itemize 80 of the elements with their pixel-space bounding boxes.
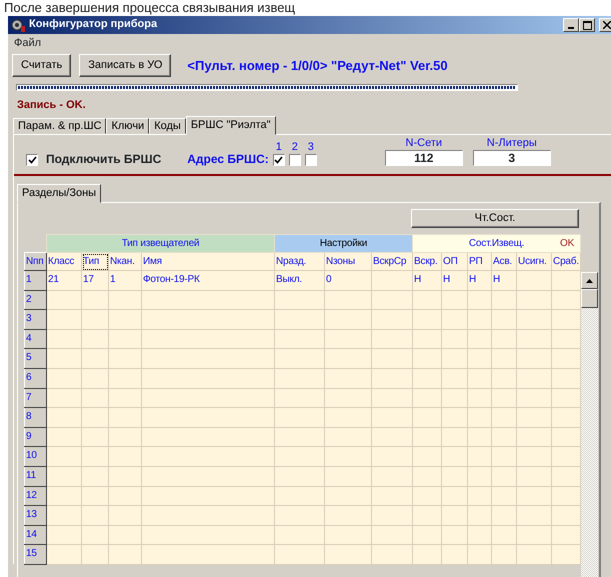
table-cell: 21	[46, 270, 82, 290]
column-header[interactable]: ВскрСр	[372, 252, 413, 270]
column-header[interactable]: Тип	[82, 252, 108, 270]
column-header[interactable]: Асв.	[492, 252, 517, 270]
table-cell: Н	[492, 270, 517, 290]
row-number[interactable]: 3	[24, 310, 46, 330]
liter-label: N-Литеры	[486, 136, 537, 150]
up-arrow-icon	[586, 278, 594, 282]
column-header[interactable]: ОП	[442, 252, 468, 270]
address-checkbox[interactable]	[288, 154, 301, 166]
maximize-icon	[582, 20, 592, 30]
row-number[interactable]: 10	[24, 446, 46, 466]
column-header[interactable]: Nкан.	[108, 252, 142, 270]
network-label: N-Сети	[406, 136, 442, 150]
row-number[interactable]: 1	[24, 270, 46, 290]
connect-checkbox[interactable]	[26, 154, 38, 166]
table-cell: Н	[468, 270, 492, 290]
address-checkbox[interactable]	[272, 154, 285, 166]
column-header[interactable]: Класс	[46, 252, 82, 270]
row-number[interactable]: 8	[24, 408, 46, 428]
group-title: Сост.Извещ.	[468, 238, 524, 249]
row-number[interactable]: 2	[24, 290, 46, 310]
close-icon	[603, 21, 611, 29]
row-number[interactable]: 7	[24, 388, 46, 408]
column-header[interactable]: Nпп	[24, 252, 46, 270]
column-group-header: Настройки	[274, 234, 413, 252]
row-number[interactable]: 14	[24, 525, 46, 545]
address-checkbox[interactable]	[304, 154, 317, 166]
read-state-button[interactable]: Чт.Сост.	[411, 209, 579, 228]
toolbar-button[interactable]: Записать в УО	[79, 54, 172, 77]
window-title: Конфигуратор прибора	[29, 18, 158, 32]
caption-text: После завершения процесса связывания извещ	[3, 0, 296, 16]
row-number[interactable]: 13	[24, 506, 46, 526]
scrollbar[interactable]	[581, 272, 598, 577]
table-cell: 1	[108, 270, 142, 290]
tab[interactable]: Разделы/Зоны	[17, 184, 102, 203]
row-number[interactable]: 9	[24, 427, 46, 447]
row-number[interactable]: 12	[24, 486, 46, 506]
column-header[interactable]: Имя	[142, 252, 275, 270]
address-label: Адрес БРШС:	[187, 152, 269, 166]
device-info-text: <Пульт. номер - 1/0/0> "Редут-Net" Ver.50	[187, 58, 448, 74]
column-header[interactable]: РП	[468, 252, 492, 270]
address-number: 1	[276, 140, 282, 154]
minimize-button[interactable]	[563, 18, 579, 32]
row-number[interactable]: 6	[24, 368, 46, 388]
column-header[interactable]: Сраб.	[552, 252, 581, 270]
close-button[interactable]	[599, 18, 611, 32]
table-cell: 17	[82, 270, 108, 290]
row-number[interactable]: 15	[24, 544, 46, 564]
group-status-text: OK	[560, 237, 574, 251]
scroll-thumb[interactable]	[581, 289, 598, 308]
check-icon	[28, 156, 36, 164]
toolbar-button[interactable]: Считать	[12, 54, 72, 77]
row-number[interactable]: 4	[24, 329, 46, 349]
menu-item[interactable]: Файл	[14, 37, 42, 49]
row-number[interactable]: 5	[24, 348, 46, 368]
maximize-button[interactable]	[579, 18, 595, 32]
tab[interactable]: Парам. & пр.ШС	[13, 118, 106, 134]
address-number: 2	[292, 140, 298, 154]
table-cell: Фотон-19-РК	[142, 270, 275, 290]
column-header[interactable]: Вскр.	[412, 252, 442, 270]
address-number: 3	[308, 140, 314, 154]
column-header[interactable]: Nзоны	[324, 252, 372, 270]
table-cell: Н	[442, 270, 468, 290]
tab[interactable]: Ключи	[106, 118, 150, 134]
connect-label: Подключить БРШС	[46, 152, 162, 166]
column-group-header: Тип извещателей	[46, 234, 275, 252]
liter-field[interactable]: 3	[472, 150, 551, 166]
column-header[interactable]: Uсигн.	[516, 252, 552, 270]
column-header[interactable]: Nразд.	[274, 252, 325, 270]
tab[interactable]: БРШС "Риэлта"	[186, 116, 276, 135]
table-cell: 0	[324, 270, 372, 290]
network-field[interactable]: 112	[384, 150, 463, 166]
check-icon	[274, 156, 284, 164]
tab[interactable]: Коды	[149, 118, 186, 134]
status-text: Запись - OK.	[16, 98, 87, 113]
table-cell: Выкл.	[274, 270, 325, 290]
scroll-up-button[interactable]	[581, 272, 598, 289]
row-number[interactable]: 11	[24, 466, 46, 486]
table-cell: Н	[412, 270, 442, 290]
